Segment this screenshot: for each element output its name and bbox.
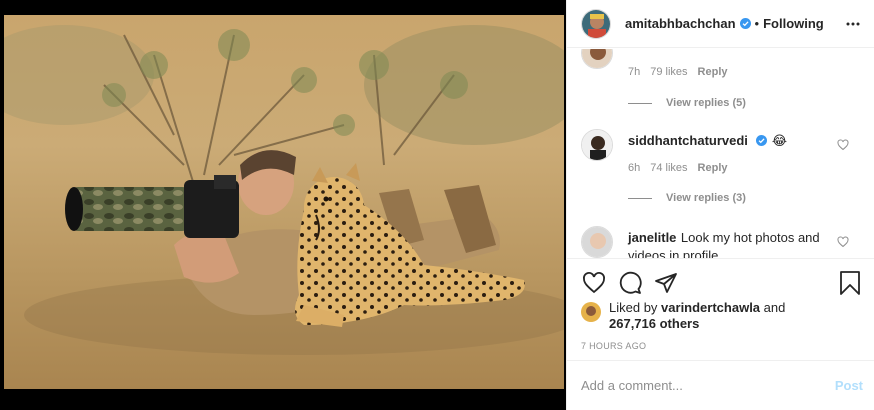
comment-time: 7h	[628, 66, 641, 78]
verified-icon	[739, 18, 751, 29]
author-username[interactable]: amitabhbachchan	[625, 16, 736, 31]
view-replies-label: View replies (3)	[666, 192, 746, 204]
post-photo[interactable]	[4, 15, 564, 389]
author-avatar-image	[582, 9, 610, 38]
comment-emoji: 😂	[771, 133, 788, 148]
comment-avatar[interactable]	[581, 226, 613, 258]
comments-list[interactable]: 7h 79 likes Reply View replies (5) siddh…	[567, 49, 874, 258]
comment-meta: 7h 79 likes Reply	[628, 66, 728, 78]
separator-dot: •	[754, 16, 760, 31]
post-comment-button[interactable]: Post	[835, 378, 863, 393]
add-comment-bar: Post	[567, 360, 874, 410]
view-replies-line	[628, 102, 652, 104]
liker-avatar-image	[581, 302, 601, 322]
verified-icon	[756, 135, 768, 146]
comment-avatar[interactable]	[581, 129, 613, 161]
likes-summary: Liked by varindertchawla and 267,716 oth…	[581, 300, 871, 332]
comment-icon	[619, 271, 642, 294]
comment-like-heart-icon[interactable]	[837, 139, 849, 151]
view-replies-button[interactable]: View replies (5)	[628, 97, 746, 109]
post-photo-image	[4, 15, 564, 389]
post-timestamp[interactable]: 7 HOURS AGO	[581, 341, 646, 351]
reply-button[interactable]: Reply	[698, 66, 728, 78]
view-replies-line	[628, 197, 652, 199]
post-media-pane	[0, 0, 566, 410]
comment-avatar[interactable]	[581, 49, 613, 69]
share-button[interactable]	[653, 270, 679, 296]
view-replies-label: View replies (5)	[666, 97, 746, 109]
comment-time: 6h	[628, 162, 641, 174]
heart-icon	[583, 271, 605, 293]
likes-joiner: and	[763, 300, 786, 315]
comment-likes[interactable]: 74 likes	[650, 162, 687, 174]
reply-button[interactable]: Reply	[698, 162, 728, 174]
likes-text: Liked by varindertchawla and 267,716 oth…	[609, 300, 871, 332]
comment-like-heart-icon[interactable]	[837, 236, 849, 248]
save-button[interactable]	[837, 270, 863, 296]
more-icon	[846, 22, 860, 25]
comment-avatar-image	[582, 49, 612, 68]
comment-likes[interactable]: 79 likes	[650, 66, 687, 78]
more-options-button[interactable]	[844, 15, 862, 33]
comment-username[interactable]: siddhantchaturvedi	[628, 133, 748, 148]
likes-prefix: Liked by	[609, 300, 658, 315]
author-avatar[interactable]	[581, 8, 611, 39]
comment-body: siddhantchaturvedi 😂	[628, 132, 787, 150]
comment-meta: 6h 74 likes Reply	[628, 162, 728, 174]
comment-body: janelitle Look my hot photos and videos …	[628, 229, 828, 258]
view-replies-button[interactable]: View replies (3)	[628, 192, 746, 204]
bookmark-icon	[840, 270, 860, 295]
comment-button[interactable]	[617, 270, 643, 296]
post-header: amitabhbachchan • Following	[567, 0, 874, 48]
comment-input[interactable]	[581, 378, 835, 393]
following-button[interactable]: Following	[763, 16, 824, 31]
comment-avatar-image	[582, 227, 612, 257]
comment-avatar-image	[582, 130, 612, 160]
action-bar	[567, 258, 874, 306]
post-side-panel: amitabhbachchan • Following 7h 79 likes …	[566, 0, 874, 410]
share-icon	[655, 272, 677, 293]
like-button[interactable]	[581, 270, 607, 296]
comment-username[interactable]: janelitle	[628, 230, 676, 245]
liker-username[interactable]: varindertchawla	[661, 300, 760, 315]
liker-avatar[interactable]	[581, 302, 601, 322]
likes-others[interactable]: 267,716 others	[609, 316, 699, 331]
